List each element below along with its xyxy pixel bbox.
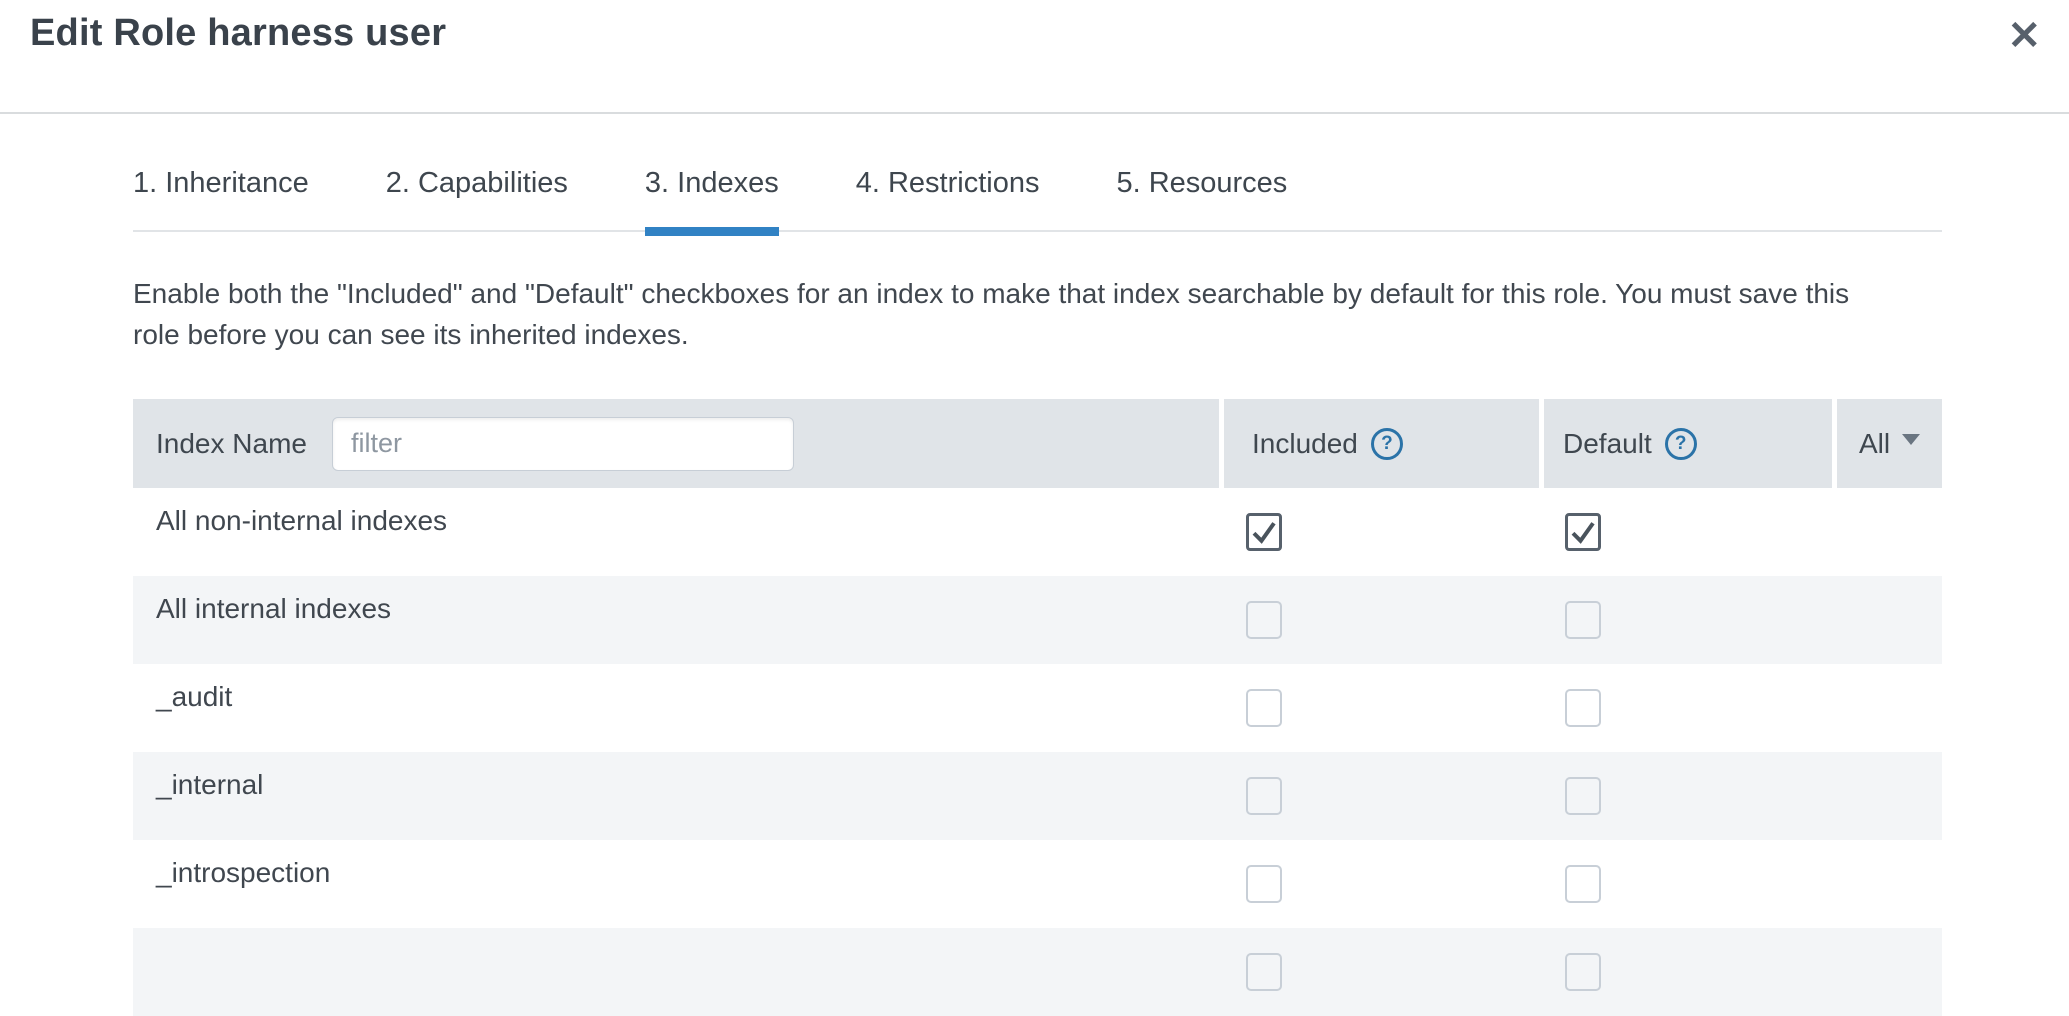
default-checkbox[interactable]: [1565, 513, 1601, 551]
tab-bar: 1. Inheritance 2. Capabilities 3. Indexes 4…: [133, 150, 1942, 232]
included-checkbox[interactable]: [1246, 689, 1282, 727]
row-label: _audit: [156, 681, 232, 713]
included-checkbox[interactable]: [1246, 513, 1282, 551]
chevron-down-icon: [1902, 434, 1920, 445]
tab-label: 4. Restrictions: [856, 167, 1040, 199]
table-row: _audit: [133, 664, 1942, 752]
included-checkbox[interactable]: [1246, 777, 1282, 815]
indexes-table: Index Name Included ? Default ? All All …: [133, 399, 1942, 1016]
included-help-icon[interactable]: ?: [1371, 428, 1403, 460]
modal-body: 1. Inheritance 2. Capabilities 3. Indexes 4…: [133, 150, 1942, 1016]
row-label: All non-internal indexes: [156, 505, 447, 537]
table-row: All non-internal indexes: [133, 488, 1942, 576]
all-dropdown-label: All: [1859, 428, 1890, 460]
tab-label: 1. Inheritance: [133, 167, 309, 199]
table-header-row: Index Name Included ? Default ? All: [133, 399, 1942, 488]
row-label: _introspection: [156, 857, 330, 889]
tab-label: 3. Indexes: [645, 167, 779, 199]
tab-indexes[interactable]: 3. Indexes: [645, 150, 779, 230]
row-label: All internal indexes: [156, 593, 391, 625]
page-title: Edit Role harness user: [30, 12, 446, 55]
row-label: _internal: [156, 769, 263, 801]
index-name-column-label: Index Name: [156, 428, 307, 460]
included-header-cell: Included ?: [1224, 399, 1539, 488]
default-checkbox[interactable]: [1565, 777, 1601, 815]
default-checkbox[interactable]: [1565, 689, 1601, 727]
all-dropdown[interactable]: All: [1837, 399, 1942, 488]
included-checkbox[interactable]: [1246, 953, 1282, 991]
default-checkbox[interactable]: [1565, 865, 1601, 903]
check-icon: [1249, 517, 1279, 547]
title-divider: [0, 112, 2069, 114]
filter-input[interactable]: [332, 417, 794, 471]
table-body: All non-internal indexes All internal in…: [133, 488, 1942, 1016]
tab-inheritance[interactable]: 1. Inheritance: [133, 150, 309, 230]
index-name-header-cell: Index Name: [133, 399, 1219, 488]
table-row: All internal indexes: [133, 576, 1942, 664]
table-row: _internal: [133, 752, 1942, 840]
default-checkbox[interactable]: [1565, 953, 1601, 991]
table-row-partial: [133, 928, 1942, 1016]
included-checkbox[interactable]: [1246, 601, 1282, 639]
table-row: _introspection: [133, 840, 1942, 928]
included-column-label: Included: [1252, 428, 1358, 460]
close-icon[interactable]: ✕: [2001, 10, 2047, 62]
description-text: Enable both the "Included" and "Default"…: [133, 273, 1893, 355]
tab-label: 5. Resources: [1116, 167, 1287, 199]
tab-restrictions[interactable]: 4. Restrictions: [856, 150, 1040, 230]
tab-label: 2. Capabilities: [386, 167, 568, 199]
default-column-label: Default: [1563, 428, 1652, 460]
check-icon: [1568, 517, 1598, 547]
tab-capabilities[interactable]: 2. Capabilities: [386, 150, 568, 230]
default-header-cell: Default ?: [1544, 399, 1832, 488]
default-checkbox[interactable]: [1565, 601, 1601, 639]
included-checkbox[interactable]: [1246, 865, 1282, 903]
tab-resources[interactable]: 5. Resources: [1116, 150, 1287, 230]
default-help-icon[interactable]: ?: [1665, 428, 1697, 460]
